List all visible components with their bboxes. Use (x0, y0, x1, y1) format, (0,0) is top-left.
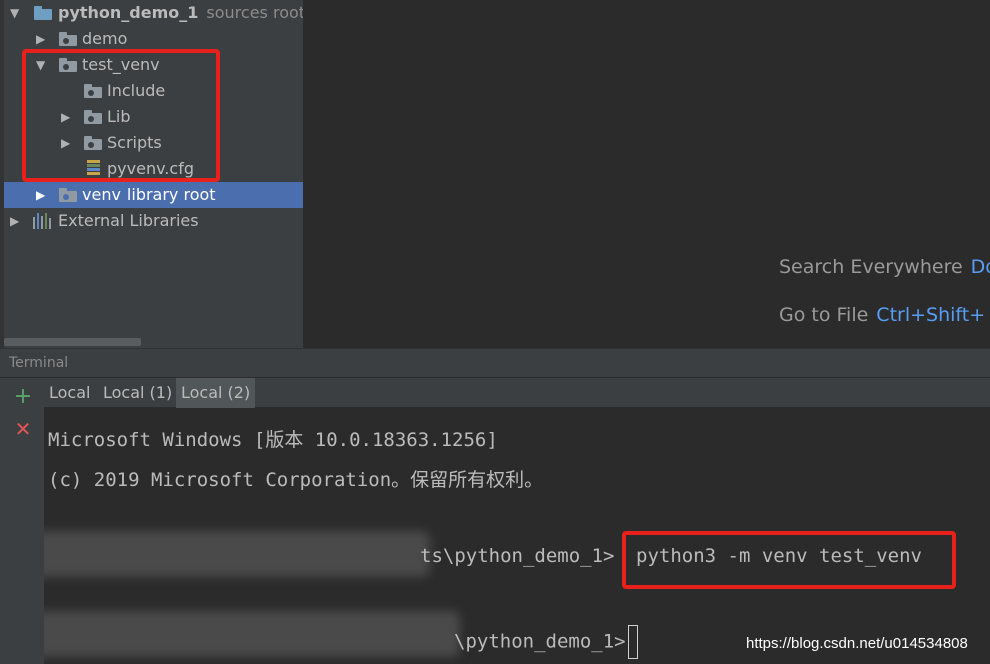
terminal-header: Terminal (0, 348, 990, 378)
redacted-path (44, 531, 430, 577)
tab-local[interactable]: Local (44, 378, 95, 408)
libraries-icon (33, 213, 51, 229)
highlight-box-test-venv (22, 49, 220, 182)
chevron-right-icon[interactable]: ▶ (36, 182, 45, 208)
search-everywhere-hint: Search Everywhere Do (779, 256, 990, 278)
hint-action: Search Everywhere (779, 256, 963, 278)
terminal-toolbar: + ✕ (0, 378, 44, 664)
hint-shortcut: Do (970, 256, 990, 278)
add-terminal-icon[interactable]: + (13, 386, 33, 408)
project-root-label: python_demo_1 (58, 3, 199, 22)
tab-local-2[interactable]: Local (2) (176, 378, 256, 408)
tab-local-1[interactable]: Local (1) (98, 378, 177, 408)
hint-action: Go to File (779, 304, 869, 326)
module-folder-icon (34, 6, 52, 20)
horizontal-scrollbar[interactable] (4, 338, 141, 346)
terminal-tabs: Local Local (1) Local (2) (44, 378, 990, 408)
hint-shortcut: Ctrl+Shift+ (876, 304, 986, 326)
terminal-line: Microsoft Windows [版本 10.0.18363.1256] (48, 429, 498, 451)
terminal-prompt: ts\python_demo_1> (420, 545, 615, 567)
terminal-line: (c) 2019 Microsoft Corporation。保留所有权利。 (48, 469, 544, 491)
highlight-box-command (622, 531, 956, 589)
redacted-path (44, 611, 460, 657)
text-cursor (627, 625, 638, 659)
terminal-prompt: \python_demo_1> (454, 625, 638, 659)
project-root-hint: sources root, I (206, 3, 303, 22)
chevron-down-icon[interactable]: ▼ (10, 0, 19, 26)
tree-item-venv[interactable]: ▶ venv library root (4, 182, 303, 208)
terminal-title: Terminal (9, 355, 69, 371)
folder-icon (59, 32, 77, 46)
tree-item-python-demo-1[interactable]: ▼ python_demo_1 sources root, I (4, 0, 303, 26)
editor-area: Search Everywhere Do Go to File Ctrl+Shift… (303, 0, 990, 348)
chevron-right-icon[interactable]: ▶ (10, 208, 19, 234)
tree-item-label: venv (82, 185, 121, 204)
close-terminal-icon[interactable]: ✕ (13, 419, 33, 439)
tree-item-external-libraries[interactable]: ▶ External Libraries (4, 208, 303, 234)
library-root-hint: library root (126, 185, 216, 204)
watermark: https://blog.csdn.net/u014534808 (746, 635, 968, 652)
go-to-file-hint: Go to File Ctrl+Shift+ (779, 304, 985, 326)
folder-icon (59, 188, 77, 202)
tree-item-label: External Libraries (58, 211, 199, 230)
